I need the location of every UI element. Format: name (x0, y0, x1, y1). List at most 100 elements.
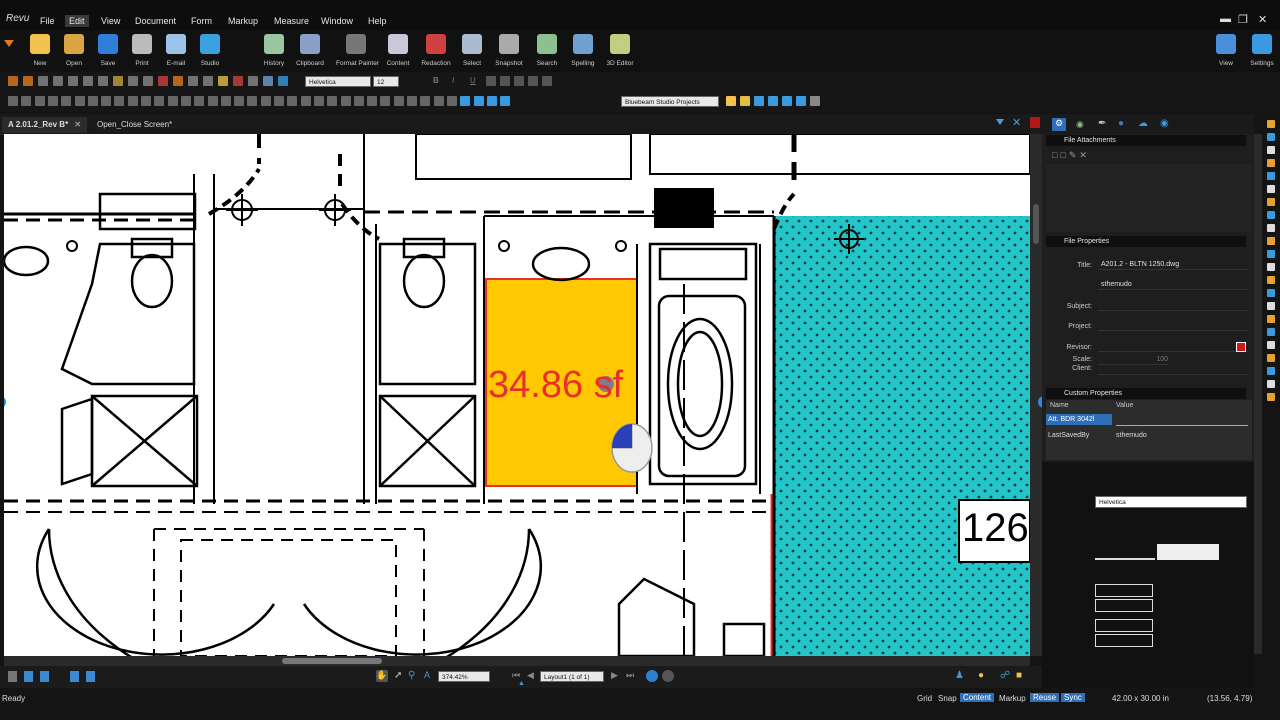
tool-chest-icon[interactable] (1267, 172, 1275, 180)
last-page-icon[interactable]: ⏭ (626, 670, 634, 681)
font-family-combo[interactable]: Helvetica (305, 76, 371, 87)
studio-tool-icon[interactable] (768, 96, 778, 106)
markup-tool-icon[interactable] (500, 96, 511, 106)
drawing-canvas[interactable]: 34.86 sf 126 (4, 134, 1030, 656)
tool-chest-icon[interactable] (1267, 393, 1275, 401)
menu-help[interactable]: Help (364, 15, 391, 27)
tool-chest-icon[interactable] (1267, 354, 1275, 362)
border-option-4[interactable] (1095, 634, 1153, 647)
tool-chest-icon[interactable] (1267, 302, 1275, 310)
toolbar-icon[interactable] (173, 76, 183, 86)
toolbar-icon[interactable] (8, 76, 18, 86)
previous-page-icon[interactable]: ◀ (527, 670, 534, 681)
markup-tool-icon[interactable] (367, 96, 378, 106)
markup-tool-icon[interactable] (21, 96, 32, 106)
toolbar-icon[interactable] (218, 76, 228, 86)
text-align-icon[interactable] (500, 76, 510, 86)
toolbar-icon[interactable] (38, 76, 48, 86)
tool-chest-icon[interactable] (1267, 289, 1275, 297)
toolbar-icon[interactable] (203, 76, 213, 86)
toolbar-icon[interactable] (248, 76, 258, 86)
markup-tool-icon[interactable] (420, 96, 431, 106)
toggle-reuse[interactable]: Reuse (1030, 693, 1060, 702)
globe-icon[interactable]: ● (1118, 118, 1124, 129)
select-arrow-icon[interactable]: ➚ (394, 670, 402, 681)
toggle-snap[interactable]: Snap (938, 694, 957, 703)
markup-tool-icon[interactable] (87, 96, 98, 106)
snapshot-button[interactable]: Snapshot (489, 34, 529, 67)
font-size-combo[interactable]: 12 (373, 76, 399, 87)
vertical-scrollbar[interactable] (1030, 134, 1044, 656)
first-page-icon[interactable]: ⏮ (512, 670, 520, 681)
tool-chest-icon[interactable] (1267, 341, 1275, 349)
toggle-content[interactable]: Content (960, 693, 995, 702)
close-icon[interactable]: ✕ (1258, 13, 1267, 26)
split-icon[interactable] (40, 671, 49, 682)
bulb-icon[interactable]: ● (978, 670, 984, 681)
menu-form[interactable]: Form (187, 15, 216, 27)
toggle-sync[interactable]: Sync (1061, 693, 1085, 702)
menu-document[interactable]: Document (131, 15, 180, 27)
markup-tool-icon[interactable] (287, 96, 298, 106)
grid-view-icon[interactable] (70, 671, 79, 682)
user-icon[interactable]: ♟ (955, 670, 964, 681)
markup-tool-icon[interactable] (446, 96, 457, 106)
revisor-color-swatch[interactable] (1236, 342, 1246, 352)
tab-document-open-close[interactable]: Open_Close Screen* (91, 117, 178, 133)
border-option-3[interactable] (1095, 619, 1153, 632)
attach-edit-icon[interactable]: ✎ (1069, 150, 1080, 160)
minimize-icon[interactable]: ▬ (1220, 13, 1231, 25)
studio-tool-icon[interactable] (782, 96, 792, 106)
next-page-icon[interactable]: ▶ (611, 670, 618, 681)
location-pin-icon[interactable]: ◉ (1160, 118, 1169, 129)
settings-button[interactable]: Settings (1242, 34, 1280, 67)
toolbar-icon[interactable] (278, 76, 288, 86)
markup-tool-icon[interactable] (433, 96, 444, 106)
tool-chest-icon[interactable] (1267, 237, 1275, 245)
custom-row-name[interactable]: LastSavedBy (1048, 432, 1089, 439)
zoom-icon[interactable]: ⚲ (408, 670, 415, 681)
prop-author-field[interactable]: sthemudo (1098, 280, 1248, 290)
tool-chest-icon[interactable] (1267, 276, 1275, 284)
markup-tool-icon[interactable] (486, 96, 497, 106)
area-measurement-label[interactable]: 34.86 sf (488, 364, 623, 407)
studio-cloud-icon[interactable]: ☁ (1138, 118, 1148, 129)
line-style-sample[interactable] (1095, 558, 1155, 560)
markup-tool-icon[interactable] (167, 96, 178, 106)
underline-icon[interactable]: U (470, 76, 476, 85)
studio-tool-icon[interactable] (796, 96, 806, 106)
prop-title-field[interactable]: A201.2 - BLTN 1250.dwg (1098, 260, 1248, 270)
tool-chest-icon[interactable] (1267, 146, 1275, 154)
panel-scrollbar[interactable] (1254, 134, 1262, 654)
history-button[interactable]: History (254, 34, 294, 67)
toolbar-icon[interactable] (158, 76, 168, 86)
view-button[interactable]: View (1206, 34, 1246, 67)
markup-pen-icon[interactable]: ✒ (1098, 118, 1106, 129)
section-file-properties[interactable]: File Properties (1046, 236, 1246, 247)
prop-client-field[interactable] (1098, 365, 1248, 375)
menu-markup[interactable]: Markup (224, 15, 262, 27)
toolbar-icon[interactable] (143, 76, 153, 86)
list-view-icon[interactable] (86, 671, 95, 682)
studio-tool-icon[interactable] (726, 96, 736, 106)
attach-save-icon[interactable]: □ (1060, 150, 1068, 160)
markup-tool-icon[interactable] (274, 96, 284, 106)
horizontal-scroll-thumb[interactable] (282, 658, 382, 664)
prop-revisor-field[interactable] (1098, 342, 1248, 352)
tool-chest-icon[interactable] (1267, 328, 1275, 336)
markup-tool-icon[interactable] (101, 96, 112, 106)
italic-icon[interactable]: I (452, 76, 454, 85)
prop-subject-field[interactable] (1098, 301, 1248, 311)
toolbar-icon[interactable] (188, 76, 198, 86)
up-arrow-icon[interactable]: ▲ (518, 680, 525, 687)
tab-close-icon[interactable]: ✕ (74, 120, 81, 129)
tool-chest-icon[interactable] (1267, 211, 1275, 219)
tool-chest-icon[interactable] (1267, 224, 1275, 232)
markup-tool-icon[interactable] (247, 96, 258, 106)
properties-gear-icon[interactable]: ⚙ (1052, 118, 1066, 131)
3d-editor-button[interactable]: 3D Editor (600, 34, 640, 67)
quick-access-arrow-icon[interactable] (4, 40, 14, 47)
markup-tool-icon[interactable] (460, 96, 471, 106)
clipboard-button[interactable]: Clipboard (290, 34, 330, 67)
toolbar-icon[interactable] (263, 76, 273, 86)
